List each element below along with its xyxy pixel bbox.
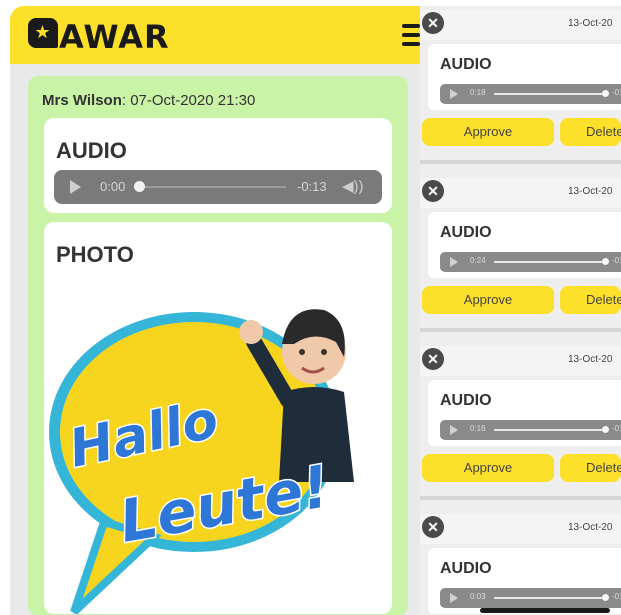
play-icon[interactable] xyxy=(450,89,458,99)
queue-item-date: 13-Oct-20 xyxy=(568,354,613,365)
home-indicator xyxy=(480,608,610,613)
play-icon[interactable] xyxy=(70,180,81,194)
queue-item-date: 13-Oct-20 xyxy=(568,186,613,197)
approve-button[interactable]: Approve xyxy=(422,286,554,314)
queue-item-bar: ✕ 13-Oct-20 xyxy=(420,178,621,208)
queue-audio-remaining-time: -0:00 xyxy=(612,592,621,601)
queue-item-date: 13-Oct-20 xyxy=(568,18,613,29)
queue-audio-track[interactable] xyxy=(494,261,604,263)
photo-image[interactable]: Hallo Leute! xyxy=(44,282,392,614)
queue-audio-card: AUDIO 0:24 -0:00 xyxy=(428,212,621,278)
queue-audio-title: AUDIO xyxy=(440,392,492,409)
queue-divider xyxy=(420,496,621,500)
delete-button-label: Delete xyxy=(586,124,621,139)
post-header: Mrs Wilson: 07-Oct-2020 21:30 xyxy=(42,92,255,109)
star-icon: ★ xyxy=(28,18,58,48)
delete-button[interactable]: Delete xyxy=(560,286,621,314)
queue-audio-card: AUDIO 0:18 -0:00 xyxy=(428,44,621,110)
queue-item-date: 13-Oct-20 xyxy=(568,522,613,533)
audio-remaining-time: -0:13 xyxy=(297,179,327,194)
volume-icon[interactable]: ◀)) xyxy=(342,177,364,195)
queue-audio-scrubber[interactable] xyxy=(602,90,609,97)
audio-track[interactable] xyxy=(136,186,286,188)
close-icon[interactable]: ✕ xyxy=(422,12,444,34)
queue-audio-remaining-time: -0:00 xyxy=(612,424,621,433)
queue-audio-track[interactable] xyxy=(494,93,604,95)
photo-title: PHOTO xyxy=(56,242,134,267)
audio-card: AUDIO 0:00 -0:13 ◀)) xyxy=(44,118,392,213)
audio-current-time: 0:00 xyxy=(100,179,126,194)
queue-audio-player[interactable]: 0:24 -0:00 xyxy=(440,252,621,272)
queue-audio-title: AUDIO xyxy=(440,224,492,241)
hamburger-icon[interactable] xyxy=(402,24,420,51)
photo-card: PHOTO Hallo Leute! xyxy=(44,222,392,614)
close-icon[interactable]: ✕ xyxy=(422,516,444,538)
top-bar: ★ AWAR xyxy=(10,6,420,64)
queue-audio-title: AUDIO xyxy=(440,56,492,73)
avatar-eye-left xyxy=(299,349,305,355)
queue-audio-scrubber[interactable] xyxy=(602,594,609,601)
feed-panel: ★ AWAR Mrs Wilson: 07-Oct-2020 21:30 AUDI… xyxy=(10,6,420,615)
queue-audio-card: AUDIO 0:16 -0:00 xyxy=(428,380,621,446)
queue-item-bar: ✕ 13-Oct-20 xyxy=(420,10,621,40)
delete-button-label: Delete xyxy=(586,292,621,307)
post-author: Mrs Wilson xyxy=(42,92,122,109)
logo-text: AWAR xyxy=(59,18,170,56)
audio-scrubber[interactable] xyxy=(134,181,145,192)
approval-queue: ✕ 13-Oct-20 AUDIO 0:18 -0:00 Approve Del… xyxy=(420,6,621,615)
queue-audio-current-time: 0:24 xyxy=(470,256,486,265)
queue-audio-current-time: 0:03 xyxy=(470,592,486,601)
queue-divider xyxy=(420,328,621,332)
approve-button[interactable]: Approve xyxy=(422,454,554,482)
play-icon[interactable] xyxy=(450,593,458,603)
queue-audio-remaining-time: -0:00 xyxy=(612,256,621,265)
post-card: Mrs Wilson: 07-Oct-2020 21:30 AUDIO 0:00… xyxy=(28,76,408,615)
queue-audio-player[interactable]: 0:18 -0:00 xyxy=(440,84,621,104)
queue-audio-current-time: 0:18 xyxy=(470,88,486,97)
queue-audio-player[interactable]: 0:03 -0:00 xyxy=(440,588,621,608)
queue-item-bar: ✕ 13-Oct-20 xyxy=(420,346,621,376)
queue-audio-player[interactable]: 0:16 -0:00 xyxy=(440,420,621,440)
app-logo: ★ AWAR xyxy=(28,18,170,56)
avatar-hand xyxy=(239,320,263,344)
approve-button[interactable]: Approve xyxy=(422,118,554,146)
queue-audio-track[interactable] xyxy=(494,597,604,599)
delete-button[interactable]: Delete xyxy=(560,118,621,146)
app-frame: ★ AWAR Mrs Wilson: 07-Oct-2020 21:30 AUDI… xyxy=(10,6,621,615)
delete-button-label: Delete xyxy=(586,460,621,475)
audio-title: AUDIO xyxy=(56,138,127,163)
post-timestamp: : 07-Oct-2020 21:30 xyxy=(121,92,256,109)
play-icon[interactable] xyxy=(450,257,458,267)
queue-audio-scrubber[interactable] xyxy=(602,426,609,433)
queue-item-bar: ✕ 13-Oct-20 xyxy=(420,514,621,544)
queue-audio-current-time: 0:16 xyxy=(470,424,486,433)
avatar-eye-right xyxy=(321,349,327,355)
queue-audio-track[interactable] xyxy=(494,429,604,431)
queue-audio-title: AUDIO xyxy=(440,560,492,577)
queue-audio-card: AUDIO 0:03 -0:00 xyxy=(428,548,621,614)
queue-audio-remaining-time: -0:00 xyxy=(612,88,621,97)
play-icon[interactable] xyxy=(450,425,458,435)
close-icon[interactable]: ✕ xyxy=(422,180,444,202)
queue-divider xyxy=(420,160,621,164)
audio-player[interactable]: 0:00 -0:13 ◀)) xyxy=(54,170,382,204)
delete-button[interactable]: Delete xyxy=(560,454,621,482)
queue-audio-scrubber[interactable] xyxy=(602,258,609,265)
close-icon[interactable]: ✕ xyxy=(422,348,444,370)
